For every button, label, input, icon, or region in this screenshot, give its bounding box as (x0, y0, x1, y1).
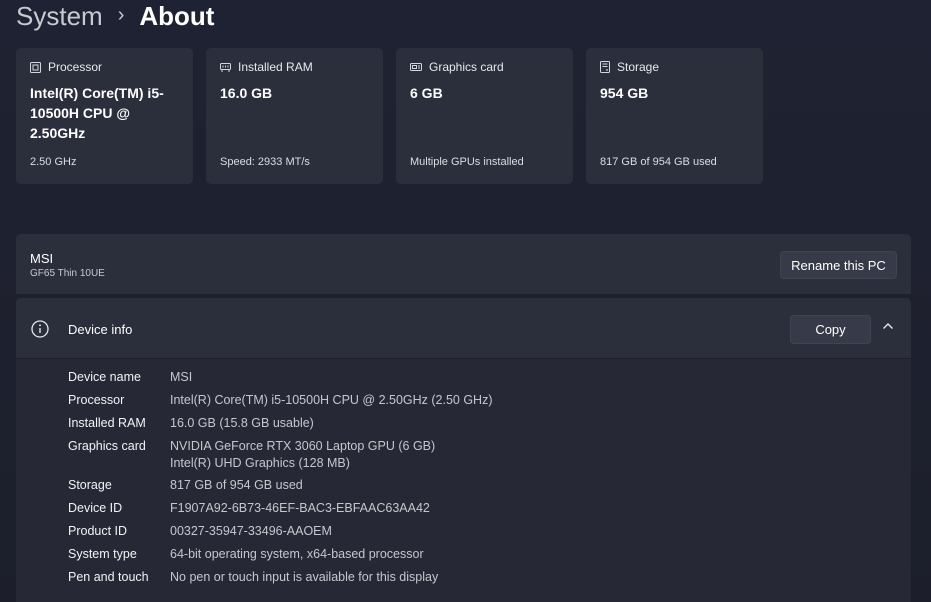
info-label: Device name (68, 370, 141, 384)
info-label: Graphics card (68, 439, 146, 453)
info-value[interactable]: Intel(R) Core(TM) i5-10500H CPU @ 2.50GH… (170, 392, 493, 409)
info-label: System type (68, 547, 137, 561)
spec-card-sub: 817 GB of 954 GB used (600, 156, 717, 168)
info-value[interactable]: MSI (170, 369, 192, 386)
info-label: Storage (68, 478, 112, 492)
spec-card-sub: Multiple GPUs installed (410, 156, 524, 168)
pc-name: MSI (30, 251, 54, 266)
info-label: Product ID (68, 524, 128, 538)
settings-about-page: System › About Processor Intel(R) Core(T… (0, 0, 931, 602)
spec-card-label: Storage (617, 60, 660, 74)
copy-button[interactable]: Copy (790, 315, 871, 344)
spec-card-label: Installed RAM (238, 60, 313, 74)
info-value[interactable]: 817 GB of 954 GB used (170, 477, 303, 494)
spec-card-value: 6 GB (410, 85, 443, 101)
spec-card-storage: Storage 954 GB 817 GB of 954 GB used (586, 48, 763, 184)
spec-card-graphics: Graphics card 6 GB Multiple GPUs install… (396, 48, 573, 184)
spec-card-processor: Processor Intel(R) Core(TM) i5-10500H CP… (16, 48, 193, 184)
info-label: Pen and touch (68, 570, 149, 584)
spec-card-label: Processor (48, 60, 103, 74)
rename-pc-button[interactable]: Rename this PC (780, 251, 897, 279)
info-value[interactable]: 64-bit operating system, x64-based proce… (170, 546, 424, 563)
spec-card-ram: Installed RAM 16.0 GB Speed: 2933 MT/s (206, 48, 383, 184)
info-value[interactable]: NVIDIA GeForce RTX 3060 Laptop GPU (6 GB… (170, 438, 435, 455)
spec-card-value: 16.0 GB (220, 85, 273, 101)
info-value[interactable]: No pen or touch input is available for t… (170, 569, 438, 586)
info-value-secondary[interactable]: Intel(R) UHD Graphics (128 MB) (170, 455, 350, 472)
spec-card-sub: Speed: 2933 MT/s (220, 156, 310, 168)
spec-card-value: 954 GB (600, 85, 649, 101)
processor-icon (30, 61, 41, 73)
device-info-header[interactable]: Device info Copy (16, 298, 911, 359)
page-title: About (139, 1, 215, 31)
spec-card-label: Graphics card (429, 60, 504, 74)
info-value[interactable]: 00327-35947-33496-AAOEM (170, 523, 332, 540)
device-info-panel: Device info Copy Device name MSI Process… (16, 298, 911, 602)
pc-name-row: MSI GF65 Thin 10UE Rename this PC (16, 234, 911, 294)
ram-icon (220, 62, 231, 72)
info-label: Installed RAM (68, 416, 146, 430)
pc-model: GF65 Thin 10UE (30, 268, 105, 279)
spec-card-sub: 2.50 GHz (30, 156, 77, 168)
info-label: Device ID (68, 501, 123, 515)
spec-card-value: Intel(R) Core(TM) i5-10500H CPU @ 2.50GH… (30, 85, 164, 141)
breadcrumb: System › About (16, 0, 214, 32)
breadcrumb-system-link[interactable]: System (16, 0, 103, 32)
info-value[interactable]: F1907A92-6B73-46EF-BAC3-EBFAAC63AA42 (170, 500, 430, 517)
storage-icon (600, 61, 610, 73)
chevron-right-icon: › (117, 4, 125, 26)
chevron-up-icon[interactable] (882, 322, 894, 330)
info-icon (31, 320, 49, 338)
info-label: Processor (68, 393, 125, 407)
device-info-title: Device info (68, 322, 133, 337)
info-value[interactable]: 16.0 GB (15.8 GB usable) (170, 415, 314, 432)
graphics-card-icon (410, 62, 422, 71)
